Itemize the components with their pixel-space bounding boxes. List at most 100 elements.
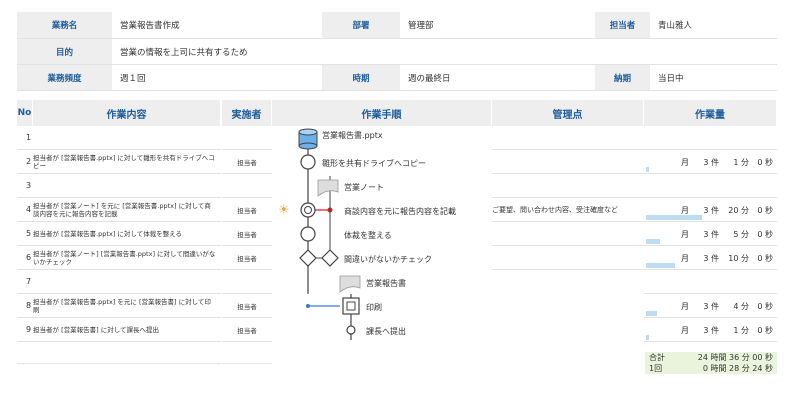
control-cell[interactable] [492, 126, 644, 150]
flow-doc1[interactable]: 営業報告書.pptx [322, 130, 383, 141]
control-cell[interactable] [492, 174, 644, 198]
table-row[interactable]: 9 担当者が [営業報告書] に対して課長へ提出 [17, 318, 221, 342]
flow-step9[interactable]: 課長へ提出 [366, 326, 406, 337]
col-control-header: 管理点 [492, 100, 644, 126]
table-row[interactable]: 6 担当者が [営業ノート] [営業報告書.pptx] に対して間違いがないかチェ… [17, 246, 221, 270]
step-circle[interactable] [300, 154, 316, 170]
actor-cell[interactable] [222, 174, 272, 198]
flow-doc3[interactable]: 営業ノート [344, 182, 384, 193]
volume-count: 3 件 [703, 229, 719, 239]
purpose-label: 目的 [17, 39, 112, 64]
volume-entry[interactable]: 月 3 件 10 分 0 秒 [644, 246, 777, 270]
table-row[interactable]: 3 [17, 174, 221, 198]
flow-step5[interactable]: 体裁を整える [344, 230, 392, 241]
volume-min: 20 分 [728, 205, 749, 215]
volume-entry[interactable]: 月 3 件 5 分 0 秒 [644, 222, 777, 246]
row-no: 3 [26, 181, 32, 190]
table-row[interactable]: 4 担当者が [営業ノート] を元に [営業報告書.pptx] に対して商談内容を… [17, 198, 221, 222]
database-icon[interactable] [298, 128, 318, 150]
volume-per: 月 [681, 157, 689, 167]
actor-cell[interactable] [222, 126, 272, 150]
volume-entry[interactable]: 月 3 件 1 分 0 秒 [644, 150, 777, 174]
table-row[interactable]: 1 [17, 126, 221, 150]
flow-step2[interactable]: 雛形を共有ドライブへコピー [322, 158, 426, 169]
volume-bar [646, 239, 660, 244]
sun-icon: ☀ [278, 203, 290, 218]
control-cell[interactable]: ご要望、問い合わせ内容、受注確度など [492, 198, 644, 222]
volume-count: 3 件 [703, 301, 719, 311]
control-cell[interactable] [492, 222, 644, 246]
volume-min: 1 分 [733, 325, 749, 335]
volume-sec: 0 秒 [757, 325, 773, 335]
deadline-value[interactable]: 当日中 [650, 65, 777, 90]
freq-label: 業務頻度 [17, 65, 112, 90]
actor-cell[interactable]: 担当者 [222, 198, 272, 222]
actor-cell[interactable]: 担当者 [222, 222, 272, 246]
actor-cell[interactable]: 担当者 [222, 150, 272, 174]
volume-count: 3 件 [703, 157, 719, 167]
print-box-inner [346, 301, 356, 311]
flow-step6[interactable]: 間違いがないかチェック [344, 254, 432, 265]
actor-cell[interactable] [222, 270, 272, 294]
table-row[interactable]: 7 [17, 270, 221, 294]
once-label: 1回 [649, 364, 663, 373]
row-content: 担当者が [営業ノート] [営業報告書.pptx] に対して間違いがないかチェッ… [33, 249, 216, 266]
row-content: 担当者が [営業報告書] に対して課長へ提出 [33, 325, 160, 334]
owner-label: 担当者 [595, 12, 650, 38]
row-content: 担当者が [営業報告書.pptx] を元に [営業報告書] に対して印刷 [33, 297, 211, 314]
row-no: 5 [26, 229, 32, 238]
row-content: 担当者が [営業報告書.pptx] に対して体裁を整える [33, 229, 183, 238]
document-icon[interactable] [317, 179, 339, 197]
owner-value[interactable]: 青山雅人 [650, 12, 777, 38]
control-cell[interactable] [492, 150, 644, 174]
volume-sec: 0 秒 [757, 301, 773, 311]
table-row[interactable]: 8 担当者が [営業報告書.pptx] を元に [営業報告書] に対して印刷 [17, 294, 221, 318]
dept-value[interactable]: 管理部 [400, 12, 595, 38]
step-circle[interactable] [300, 226, 316, 242]
volume-entry[interactable]: 月 3 件 20 分 0 秒 [644, 198, 777, 222]
actor-cell[interactable]: 担当者 [222, 294, 272, 318]
freq-value[interactable]: 週１回 [112, 65, 322, 90]
total-value: 24 時間 36 分 00 秒 [697, 353, 773, 362]
actor-cell[interactable]: 担当者 [222, 246, 272, 270]
row-no: 7 [26, 277, 32, 286]
volume-sec: 0 秒 [757, 229, 773, 239]
volume-sec: 0 秒 [757, 205, 773, 215]
volume-count: 3 件 [703, 205, 719, 215]
volume-per: 月 [681, 205, 689, 215]
flow-step8[interactable]: 印刷 [366, 302, 382, 313]
volume-entry[interactable]: 月 3 件 1 分 0 秒 [644, 318, 777, 342]
timing-value[interactable]: 週の最終日 [400, 65, 595, 90]
volume-sec: 0 秒 [757, 157, 773, 167]
row-no: 9 [26, 325, 32, 334]
row-no: 4 [26, 205, 32, 214]
row-no: 6 [26, 253, 32, 262]
row-content: 担当者が [営業ノート] を元に [営業報告書.pptx] に対して商談内容を元… [33, 201, 211, 218]
volume-sec: 0 秒 [757, 253, 773, 263]
once-row: 1回 0 時間 28 分 24 秒 [645, 363, 777, 374]
table-row[interactable]: 5 担当者が [営業報告書.pptx] に対して体裁を整える [17, 222, 221, 246]
dept-label: 部署 [322, 12, 400, 38]
diamond-icon[interactable] [299, 249, 317, 267]
volume-cell [644, 270, 777, 294]
document-icon[interactable] [339, 275, 361, 293]
step-circle[interactable] [346, 325, 356, 335]
row-content: 担当者が [営業報告書.pptx] に対して雛形を共有ドライブへコピー [33, 153, 215, 170]
diamond-icon[interactable] [321, 249, 339, 267]
volume-min: 1 分 [733, 157, 749, 167]
volume-min: 10 分 [728, 253, 749, 263]
purpose-value[interactable]: 営業の情報を上司に共有するため [112, 39, 777, 64]
col-procedure-header: 作業手順 [272, 100, 492, 126]
actor-cell[interactable]: 担当者 [222, 318, 272, 342]
volume-entry[interactable]: 月 3 件 4 分 0 秒 [644, 294, 777, 318]
volume-bar [646, 263, 675, 268]
control-cell[interactable] [492, 246, 644, 270]
flow-doc7[interactable]: 営業報告書 [366, 278, 406, 289]
task-name-value[interactable]: 営業報告書作成 [112, 12, 322, 38]
flow-step4[interactable]: 商談内容を元に報告内容を記載 [344, 206, 456, 217]
table-row[interactable]: 2 担当者が [営業報告書.pptx] に対して雛形を共有ドライブへコピー [17, 150, 221, 174]
volume-bar [646, 335, 649, 340]
volume-bar [646, 311, 657, 316]
total-row: 合計 24 時間 36 分 00 秒 [645, 352, 777, 363]
actor-cell [222, 342, 272, 364]
